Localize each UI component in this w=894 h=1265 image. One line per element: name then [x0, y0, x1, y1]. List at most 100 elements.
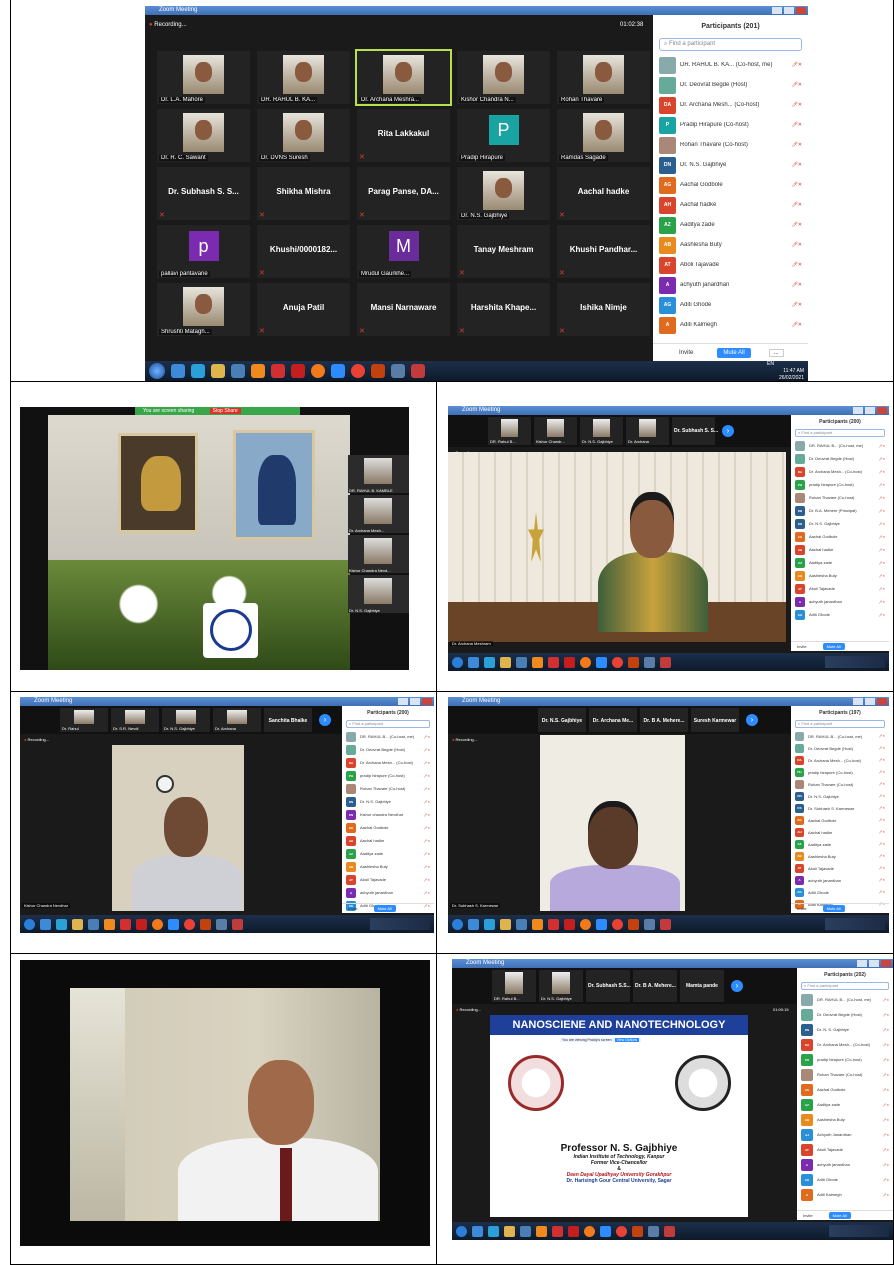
- firefox-icon[interactable]: [311, 364, 325, 378]
- video-tile[interactable]: Mansi Narnaware ✕: [357, 283, 450, 336]
- video-tile[interactable]: Kishor Chandra N...: [457, 51, 550, 104]
- muted-mic-icon[interactable]: 🎤︎✕: [424, 748, 430, 752]
- participant-row[interactable]: DR. RAHUL B... (Co-host, me) 🎤︎✕: [795, 439, 885, 452]
- muted-mic-icon[interactable]: 🎤︎✕: [879, 890, 885, 894]
- window-icon[interactable]: [391, 364, 405, 378]
- muted-mic-icon[interactable]: 🎤︎✕: [424, 800, 430, 804]
- muted-mic-icon[interactable]: 🎤︎✕: [879, 806, 885, 810]
- chrome-icon[interactable]: [616, 1225, 627, 1237]
- participant-row[interactable]: Aachyuth janardhan 🎤︎✕: [346, 886, 430, 899]
- pdf-icon[interactable]: [564, 918, 575, 930]
- muted-mic-icon[interactable]: 🎤︎✕: [879, 746, 885, 750]
- muted-mic-icon[interactable]: 🎤︎✕: [879, 830, 885, 834]
- muted-mic-icon[interactable]: 🎤︎✕: [791, 202, 802, 208]
- muted-mic-icon[interactable]: 🎤︎✕: [879, 770, 885, 774]
- vlc-icon[interactable]: [536, 1225, 547, 1237]
- recording-indicator[interactable]: ● Recording...: [149, 22, 187, 28]
- maximize-button[interactable]: [784, 7, 794, 14]
- vlc-icon[interactable]: [251, 364, 265, 378]
- muted-mic-icon[interactable]: 🎤︎✕: [879, 587, 885, 591]
- participant-row[interactable]: PH pradip hirapure (Co-host) 🎤︎✕: [346, 769, 430, 782]
- video-thumbnail[interactable]: Kishor Chandr...: [534, 417, 577, 445]
- presentation-icon[interactable]: [660, 918, 671, 930]
- participant-row[interactable]: DA Dr. Archana Mesh... (Co-host) 🎤︎✕: [795, 754, 885, 766]
- participant-row[interactable]: DR. RAHUL B... (Co-host, me) 🎤︎✕: [801, 992, 889, 1007]
- participant-search-input[interactable]: ⌕ Find a participant: [659, 38, 802, 51]
- media-icon[interactable]: [520, 1225, 531, 1237]
- muted-mic-icon[interactable]: 🎤︎✕: [879, 758, 885, 762]
- video-thumbnail[interactable]: Dr. N.S. Gajbhiye: [348, 575, 409, 613]
- participant-row[interactable]: PH pradip hirapure (Co-host) 🎤︎✕: [795, 478, 885, 491]
- zoom-icon[interactable]: [168, 918, 179, 930]
- participant-row[interactable]: Aachyuth janardhan 🎤︎✕: [795, 595, 885, 608]
- vlc-icon[interactable]: [104, 918, 115, 930]
- presentation-icon[interactable]: [411, 364, 425, 378]
- muted-mic-icon[interactable]: 🎤︎✕: [883, 1013, 889, 1017]
- minimize-button[interactable]: [853, 407, 863, 414]
- video-tile[interactable]: Dr. R. C. Sawant: [157, 109, 250, 162]
- muted-mic-icon[interactable]: 🎤︎✕: [791, 122, 802, 128]
- muted-mic-icon[interactable]: 🎤︎✕: [879, 613, 885, 617]
- recording-indicator[interactable]: ● Recording...: [452, 737, 477, 742]
- mute-all-button[interactable]: Mute All: [828, 1212, 851, 1219]
- more-button[interactable]: ...: [768, 348, 784, 357]
- muted-mic-icon[interactable]: 🎤︎✕: [424, 826, 430, 830]
- muted-mic-icon[interactable]: 🎤︎✕: [879, 457, 885, 461]
- muted-mic-icon[interactable]: 🎤︎✕: [883, 1073, 889, 1077]
- network-icon[interactable]: [484, 918, 495, 930]
- ie-icon[interactable]: [468, 918, 479, 930]
- video-thumbnail[interactable]: DR. Rahul B...: [492, 970, 536, 1002]
- presentation-icon[interactable]: [232, 918, 243, 930]
- participant-row[interactable]: AT Aboli Tajavade 🎤︎✕: [346, 873, 430, 886]
- video-tile[interactable]: Dr. DVNS Suresh: [257, 109, 350, 162]
- muted-mic-icon[interactable]: 🎤︎✕: [883, 1193, 889, 1197]
- video-thumbnail[interactable]: Dr. Archana Mesh...: [348, 495, 409, 533]
- video-thumbnail[interactable]: Dr. B A. Mehere...: [640, 708, 688, 732]
- participant-row[interactable]: AT Aboli Tajavade 🎤︎✕: [795, 582, 885, 595]
- video-tile[interactable]: Harshita Khape... ✕: [457, 283, 550, 336]
- muted-mic-icon[interactable]: 🎤︎✕: [879, 496, 885, 500]
- participant-row[interactable]: DA Dr. Archana Mesh... (Co-host) 🎤︎✕: [795, 465, 885, 478]
- muted-mic-icon[interactable]: 🎤︎✕: [424, 852, 430, 856]
- muted-mic-icon[interactable]: 🎤︎✕: [879, 444, 885, 448]
- participant-row[interactable]: Rohan Thavare (Co-host) 🎤︎✕: [801, 1067, 889, 1082]
- recording-indicator[interactable]: ● Recording...: [24, 737, 49, 742]
- video-tile[interactable]: Ishika Nimje ✕: [557, 283, 650, 336]
- video-thumbnail[interactable]: DR. RAHUL B. KAMBLE: [348, 455, 409, 493]
- presentation-icon[interactable]: [664, 1225, 675, 1237]
- participant-row[interactable]: DN Dr. N. S. Gajbhiye 🎤︎✕: [801, 1022, 889, 1037]
- pdf-icon[interactable]: [568, 1225, 579, 1237]
- participant-row[interactable]: PH pradip hirapure (Co-host) 🎤︎✕: [801, 1052, 889, 1067]
- participant-row[interactable]: Aachyuth janardhan 🎤︎✕: [801, 1157, 889, 1172]
- next-page-button[interactable]: ›: [319, 714, 331, 726]
- close-button[interactable]: [796, 7, 806, 14]
- muted-mic-icon[interactable]: 🎤︎✕: [424, 839, 430, 843]
- muted-mic-icon[interactable]: 🎤︎✕: [879, 842, 885, 846]
- muted-mic-icon[interactable]: 🎤︎✕: [883, 998, 889, 1002]
- app-icon[interactable]: [548, 656, 559, 668]
- participant-row[interactable]: Rohan Thavare (Co-host) 🎤︎✕: [795, 491, 885, 504]
- participant-row[interactable]: AT Aboli Tajavade 🎤︎✕: [795, 862, 885, 874]
- participant-search-input[interactable]: ⌕ Find a participant: [346, 720, 430, 728]
- participant-row[interactable]: AH Aachal hadke 🎤︎✕: [795, 826, 885, 838]
- participant-row[interactable]: DN Dr. N.S. Gajbhiye 🎤︎✕: [346, 795, 430, 808]
- participant-row[interactable]: AG Aditi Ghode 🎤︎✕: [659, 295, 802, 315]
- muted-mic-icon[interactable]: 🎤︎✕: [424, 787, 430, 791]
- media-icon[interactable]: [516, 918, 527, 930]
- zoom-icon[interactable]: [600, 1225, 611, 1237]
- video-tile[interactable]: Khushi/0000182... ✕: [257, 225, 350, 278]
- photos-icon[interactable]: [200, 918, 211, 930]
- start-button-icon[interactable]: [149, 363, 165, 379]
- folder-icon[interactable]: [72, 918, 83, 930]
- folder-icon[interactable]: [500, 918, 511, 930]
- minimize-button[interactable]: [772, 7, 782, 14]
- participant-row[interactable]: DN Dr. N.S. Gajbhiye 🎤︎✕: [659, 155, 802, 175]
- video-tile[interactable]: Anuja Patil ✕: [257, 283, 350, 336]
- video-thumbnail[interactable]: Dr. N.S. Gajbhiye: [580, 417, 623, 445]
- participant-row[interactable]: AT Aboli Tajavade 🎤︎✕: [801, 1142, 889, 1157]
- participant-row[interactable]: AH Aachal hadke 🎤︎✕: [795, 543, 885, 556]
- video-thumbnail[interactable]: Dr. Subhash S. S...: [672, 417, 718, 445]
- muted-mic-icon[interactable]: 🎤︎✕: [424, 891, 430, 895]
- video-thumbnail[interactable]: Sanchita Bhalke: [264, 708, 312, 732]
- participant-row[interactable]: AB Aashlesha Buty 🎤︎✕: [795, 569, 885, 582]
